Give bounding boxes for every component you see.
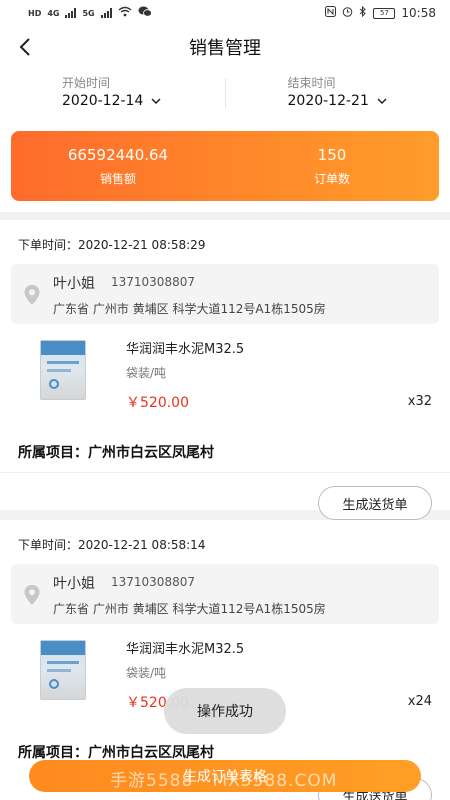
- location-pin-icon: [24, 585, 40, 605]
- product-name: 华润润丰水泥M32.5: [126, 642, 245, 657]
- top-header: 销售管理: [0, 26, 450, 68]
- end-date-label: 结束时间: [287, 76, 336, 90]
- address-text: 广东省 广州市 黄埔区 科学大道112号A1栋1505房: [53, 302, 326, 316]
- orders-summary: 150 订单数: [225, 131, 439, 201]
- order-card: 下单时间：2020-12-21 08:58:14 叶小姐 13710308807…: [0, 520, 450, 800]
- location-pin-icon: [24, 285, 40, 305]
- product-price: ￥520.00: [126, 395, 189, 411]
- back-arrow-icon[interactable]: [10, 32, 40, 62]
- start-date-picker[interactable]: 开始时间 2020-12-14: [0, 68, 225, 120]
- contact-phone: 13710308807: [111, 275, 195, 289]
- delivery-address: 叶小姐 13710308807 广东省 广州市 黄埔区 科学大道112号A1栋1…: [11, 564, 439, 624]
- address-text: 广东省 广州市 黄埔区 科学大道112号A1栋1505房: [53, 602, 326, 616]
- chevron-down-icon: [377, 98, 387, 104]
- contact-name: 叶小姐: [53, 576, 95, 592]
- product-quantity: x24: [407, 694, 432, 709]
- status-left: HD 4G 5G: [28, 6, 152, 20]
- signal-icon-2: [100, 8, 112, 18]
- card-divider: [0, 472, 450, 473]
- sales-label: 销售额: [99, 171, 136, 186]
- sales-management-screen: HD 4G 5G 57 10:58 销售管理 开始时间 2020-12-14 结…: [0, 0, 450, 800]
- product-spec: 袋装/吨: [126, 366, 167, 380]
- status-bar: HD 4G 5G 57 10:58: [0, 0, 450, 26]
- contact-phone: 13710308807: [111, 575, 195, 589]
- status-right: 57 10:58: [325, 5, 436, 20]
- generate-delivery-note-button[interactable]: 生成送货单: [318, 486, 432, 520]
- end-date-picker[interactable]: 结束时间 2020-12-21: [226, 68, 450, 120]
- project-name: 所属项目：广州市白云区凤尾村: [18, 745, 214, 761]
- battery-icon: 57: [373, 7, 396, 19]
- page-title: 销售管理: [189, 38, 261, 59]
- wifi-icon: [118, 6, 132, 20]
- sales-amount: 66592440.64: [67, 145, 169, 164]
- order-card: 下单时间：2020-12-21 08:58:29 叶小姐 13710308807…: [0, 220, 450, 520]
- start-date-value: 2020-12-14: [62, 93, 144, 109]
- date-range-filter: 开始时间 2020-12-14 结束时间 2020-12-21: [0, 68, 450, 120]
- delivery-address: 叶小姐 13710308807 广东省 广州市 黄埔区 科学大道112号A1栋1…: [11, 264, 439, 324]
- nfc-icon: [325, 6, 337, 20]
- start-date-label: 开始时间: [62, 76, 111, 90]
- product-name: 华润润丰水泥M32.5: [126, 342, 245, 357]
- alarm-icon: [342, 6, 353, 20]
- end-date-value-row: 2020-12-21: [288, 93, 450, 109]
- contact-name: 叶小姐: [53, 276, 95, 292]
- product-quantity: x32: [407, 394, 432, 409]
- success-toast: 操作成功: [164, 688, 286, 734]
- end-date-value: 2020-12-21: [287, 93, 369, 109]
- clock-time: 10:58: [401, 6, 436, 20]
- start-date-value-row: 2020-12-14: [62, 93, 225, 109]
- orders-label: 订单数: [313, 171, 350, 186]
- project-name: 所属项目：广州市白云区凤尾村: [18, 445, 214, 461]
- summary-section: 66592440.64 销售额 150 订单数: [0, 120, 450, 212]
- summary-card: 66592440.64 销售额 150 订单数: [11, 131, 439, 201]
- wechat-icon: [138, 6, 152, 20]
- network-4g-icon: 4G: [47, 8, 60, 18]
- hd-indicator: HD: [28, 8, 42, 18]
- network-5g-icon: 5G: [82, 8, 95, 18]
- order-time: 下单时间：2020-12-21 08:58:14: [18, 538, 206, 552]
- product-image: [40, 340, 86, 400]
- order-time: 下单时间：2020-12-21 08:58:29: [18, 238, 206, 252]
- product-spec: 袋装/吨: [126, 666, 167, 680]
- chevron-down-icon: [151, 98, 161, 104]
- product-image: [40, 640, 86, 700]
- generate-order-sheet-button[interactable]: 生成订单表格: [29, 760, 421, 792]
- bluetooth-icon: [359, 5, 367, 20]
- orders-count: 150: [317, 145, 347, 164]
- sales-summary: 66592440.64 销售额: [11, 131, 225, 201]
- signal-icon: [65, 8, 77, 18]
